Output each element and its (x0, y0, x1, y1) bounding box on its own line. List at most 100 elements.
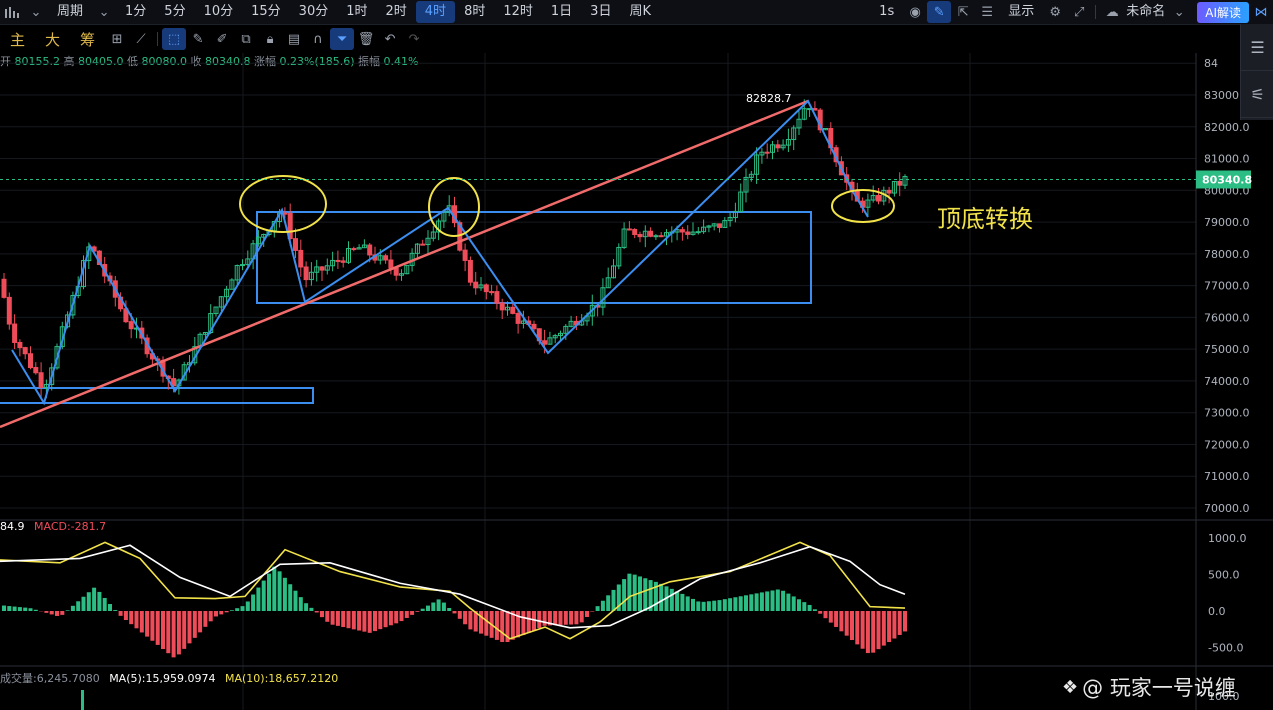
filter-icon[interactable]: ⏷ (330, 28, 355, 50)
macd-left-value: 84.9 (0, 520, 25, 533)
period-chevron-icon[interactable]: ⌄ (92, 1, 116, 23)
candle-body (579, 320, 585, 326)
period-4[interactable]: 30分 (290, 1, 338, 23)
change-value: 0.23%(185.6) (279, 55, 355, 68)
period-8[interactable]: 8时 (455, 1, 494, 23)
period-3[interactable]: 15分 (242, 1, 290, 23)
macd-bar (267, 573, 271, 611)
macd-bar (102, 597, 107, 611)
menu-icon[interactable]: ☰ (1241, 24, 1273, 71)
candle-body (473, 281, 479, 289)
price-axis: 8483000.082000.081000.080000.079000.0780… (0, 57, 1252, 515)
price-tick: 77000.0 (1204, 280, 1250, 293)
candle-body (759, 151, 765, 156)
macd-bar (282, 577, 287, 611)
chevron-down-icon[interactable]: ⌄ (24, 1, 48, 23)
fullscreen-icon[interactable]: ⤢ (1067, 1, 1091, 23)
price-tick: 81000.0 (1204, 153, 1250, 166)
macd-bar (129, 611, 134, 625)
macd-bar (627, 573, 632, 611)
ai-button[interactable]: AI解读 (1197, 1, 1249, 23)
period-selector[interactable]: 周期 (48, 1, 92, 23)
magnet-icon[interactable]: ∩ (306, 28, 330, 50)
chart-type-icon[interactable] (0, 1, 24, 23)
macd-bar (203, 611, 208, 627)
macd-bar (696, 601, 701, 611)
candle-body (854, 190, 860, 202)
lock-icon[interactable]: 🔒︎ (258, 28, 282, 50)
price-tick: 79000.0 (1204, 216, 1250, 229)
macd-bar (521, 611, 526, 636)
period-6[interactable]: 2时 (377, 1, 416, 23)
calculator-icon[interactable]: ⊞ (105, 28, 129, 50)
macd-tick: 1000.0 (1208, 532, 1247, 545)
indicator-settings-icon[interactable]: ⚟ (1241, 71, 1273, 118)
export-icon[interactable]: ⇱ (951, 1, 975, 23)
period-9[interactable]: 12时 (494, 1, 542, 23)
period-12[interactable]: 周K (620, 1, 660, 23)
candle-body (695, 231, 701, 234)
macd-bar (330, 611, 335, 625)
candle-body (738, 191, 744, 212)
candle-body (28, 353, 33, 369)
candle-body (838, 161, 844, 176)
crop-icon[interactable]: ⬚ (162, 28, 187, 50)
macd-bar (155, 611, 160, 645)
macd-bar (2, 605, 6, 611)
period-2[interactable]: 10分 (195, 1, 243, 23)
macd-bar (489, 611, 494, 638)
share-icon[interactable]: ⋈ (1249, 1, 1273, 23)
candle-body (187, 362, 192, 366)
macd-bar (765, 591, 770, 611)
speed-button[interactable]: 1s (870, 1, 903, 23)
trash-icon[interactable]: 🗑︎ (354, 28, 378, 50)
macd-bar (616, 584, 621, 611)
candle-body (754, 154, 760, 175)
pen-icon[interactable]: ✎ (927, 1, 952, 23)
candle-body (823, 128, 828, 131)
macd-bar (733, 597, 738, 611)
candle-body (33, 367, 39, 374)
macd-bar (812, 609, 817, 611)
candle-body (690, 231, 696, 235)
note-icon[interactable]: ▤ (282, 28, 306, 50)
cloud-icon[interactable]: ☁ (1100, 1, 1124, 23)
candle-body (621, 228, 627, 248)
macd-bar (28, 608, 33, 611)
marker-icon[interactable]: ✐ (210, 28, 234, 50)
pencil-icon[interactable]: ✎ (186, 28, 210, 50)
period-1[interactable]: 5分 (155, 1, 194, 23)
candle-body (531, 323, 537, 330)
period-11[interactable]: 3日 (581, 1, 620, 23)
macd-bar (335, 611, 340, 626)
camera-icon[interactable]: ◉ (903, 1, 927, 23)
period-7[interactable]: 4时 (415, 1, 456, 23)
layout-chevron-icon[interactable]: ⌄ (1167, 1, 1191, 23)
brush-icon[interactable]: ⟋ (129, 28, 153, 50)
ruler-icon[interactable]: ⧉ (234, 28, 258, 50)
macd-bar (388, 611, 393, 626)
divider (1095, 5, 1097, 19)
period-5[interactable]: 1时 (337, 1, 376, 23)
settings-list-icon[interactable]: ☰ (975, 1, 999, 23)
gear-icon[interactable]: ⚙ (1043, 1, 1067, 23)
layout-name[interactable]: 未命名 (1124, 1, 1167, 23)
tool-label-chip[interactable]: 筹 (70, 29, 105, 50)
macd-bar (145, 611, 150, 637)
candle-body (49, 367, 55, 385)
candle-body (542, 340, 548, 345)
candle-body (86, 246, 92, 262)
candle-body (65, 314, 71, 328)
period-10[interactable]: 1日 (542, 1, 581, 23)
tool-label-main[interactable]: 主 (0, 29, 35, 50)
redo-icon[interactable]: ↷ (402, 28, 426, 50)
macd-bar (484, 611, 489, 636)
candle-body (335, 259, 341, 262)
candle-body (452, 205, 457, 224)
candle-body (12, 323, 18, 343)
period-0[interactable]: 1分 (116, 1, 155, 23)
tool-label-big[interactable]: 大 (35, 29, 70, 50)
macd-bar (118, 611, 123, 616)
undo-icon[interactable]: ↶ (378, 28, 402, 50)
display-button[interactable]: 显示 (999, 1, 1043, 23)
